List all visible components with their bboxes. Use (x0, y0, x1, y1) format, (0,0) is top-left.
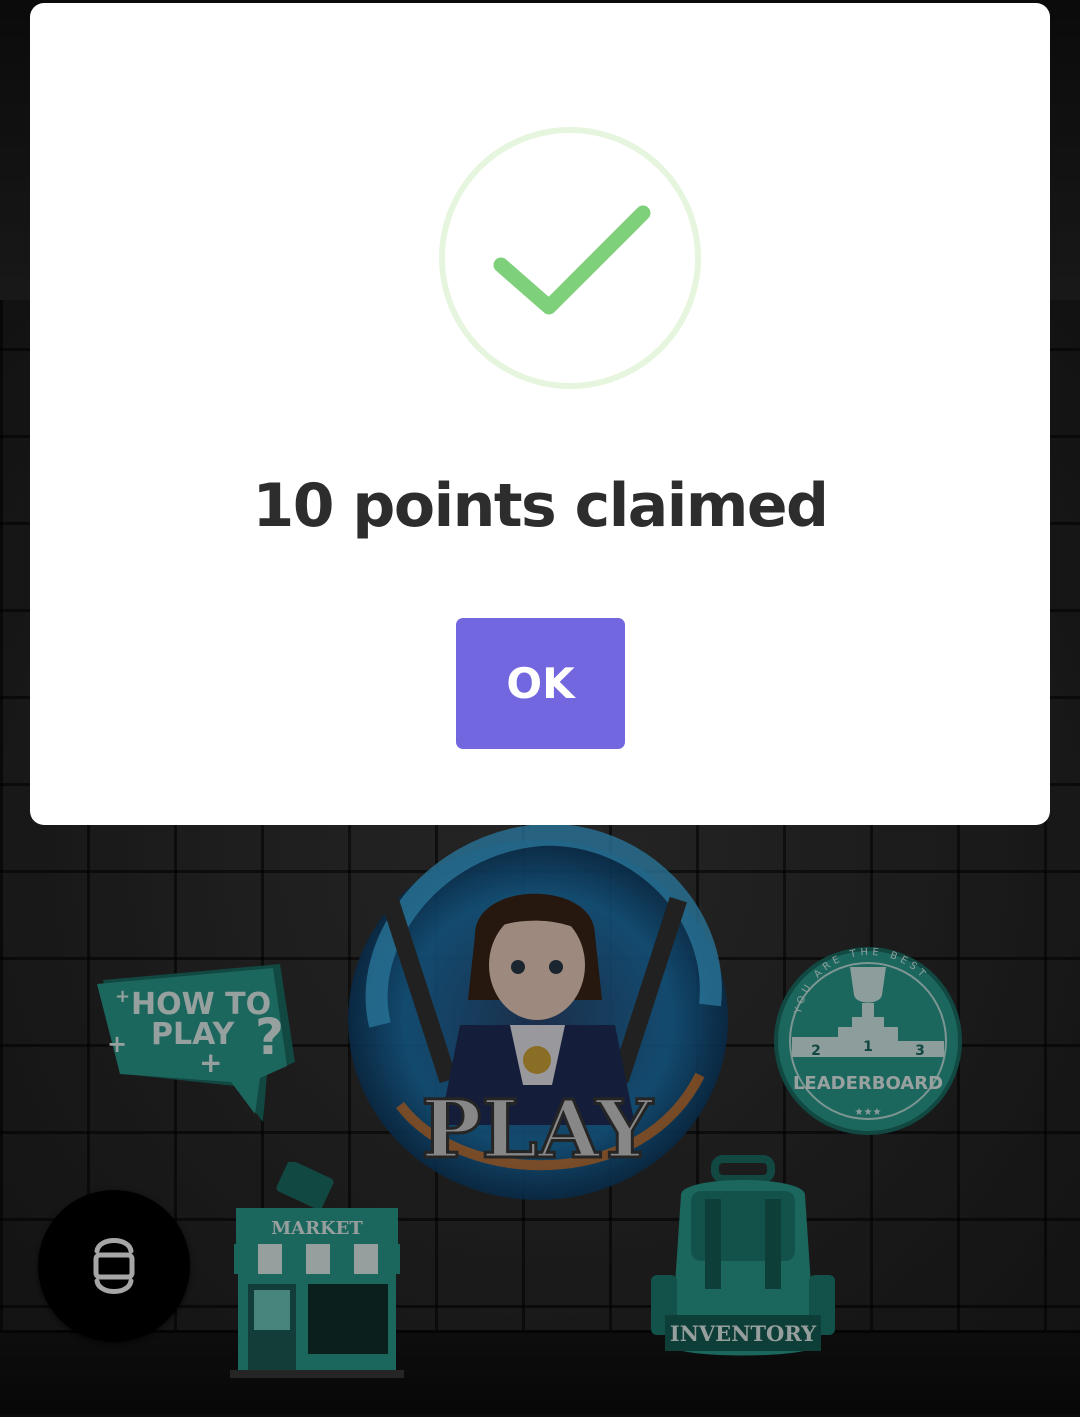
ok-button[interactable]: OK (456, 618, 625, 749)
points-claimed-dialog: 10 points claimed OK (30, 3, 1050, 825)
check-circle-icon (439, 127, 701, 389)
dialog-message: 10 points claimed (252, 471, 829, 541)
